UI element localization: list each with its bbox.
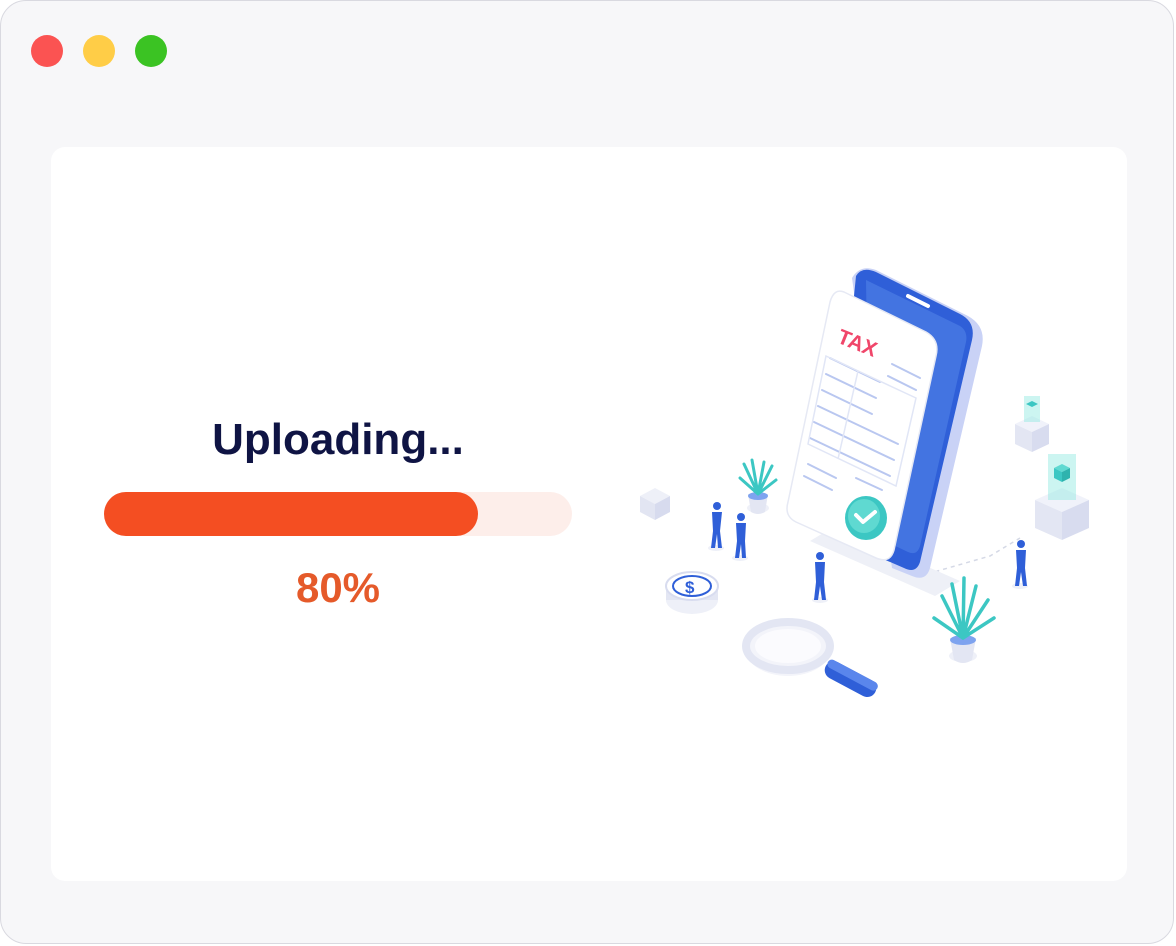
cube-icon	[1015, 396, 1049, 452]
progress-bar-track	[104, 492, 572, 536]
progress-percent-label: 80%	[295, 564, 381, 611]
person-icon	[708, 502, 724, 551]
dollar-coin-icon: $	[665, 571, 719, 614]
person-icon	[1012, 540, 1028, 589]
close-window-button[interactable]	[31, 35, 63, 67]
person-icon	[812, 552, 828, 603]
upload-title: Uploading...	[212, 415, 464, 464]
person-icon	[732, 513, 748, 561]
progress-bar-fill	[104, 492, 479, 536]
cube-icon	[1035, 454, 1089, 540]
minimize-window-button[interactable]	[83, 35, 115, 67]
plant-icon	[738, 458, 778, 514]
tax-upload-illustration: TAX $	[640, 268, 1089, 698]
svg-text:$: $	[685, 578, 695, 597]
maximize-window-button[interactable]	[135, 35, 167, 67]
cube-icon	[640, 488, 670, 520]
magnifier-icon	[742, 618, 878, 698]
checkmark-icon	[845, 496, 887, 540]
